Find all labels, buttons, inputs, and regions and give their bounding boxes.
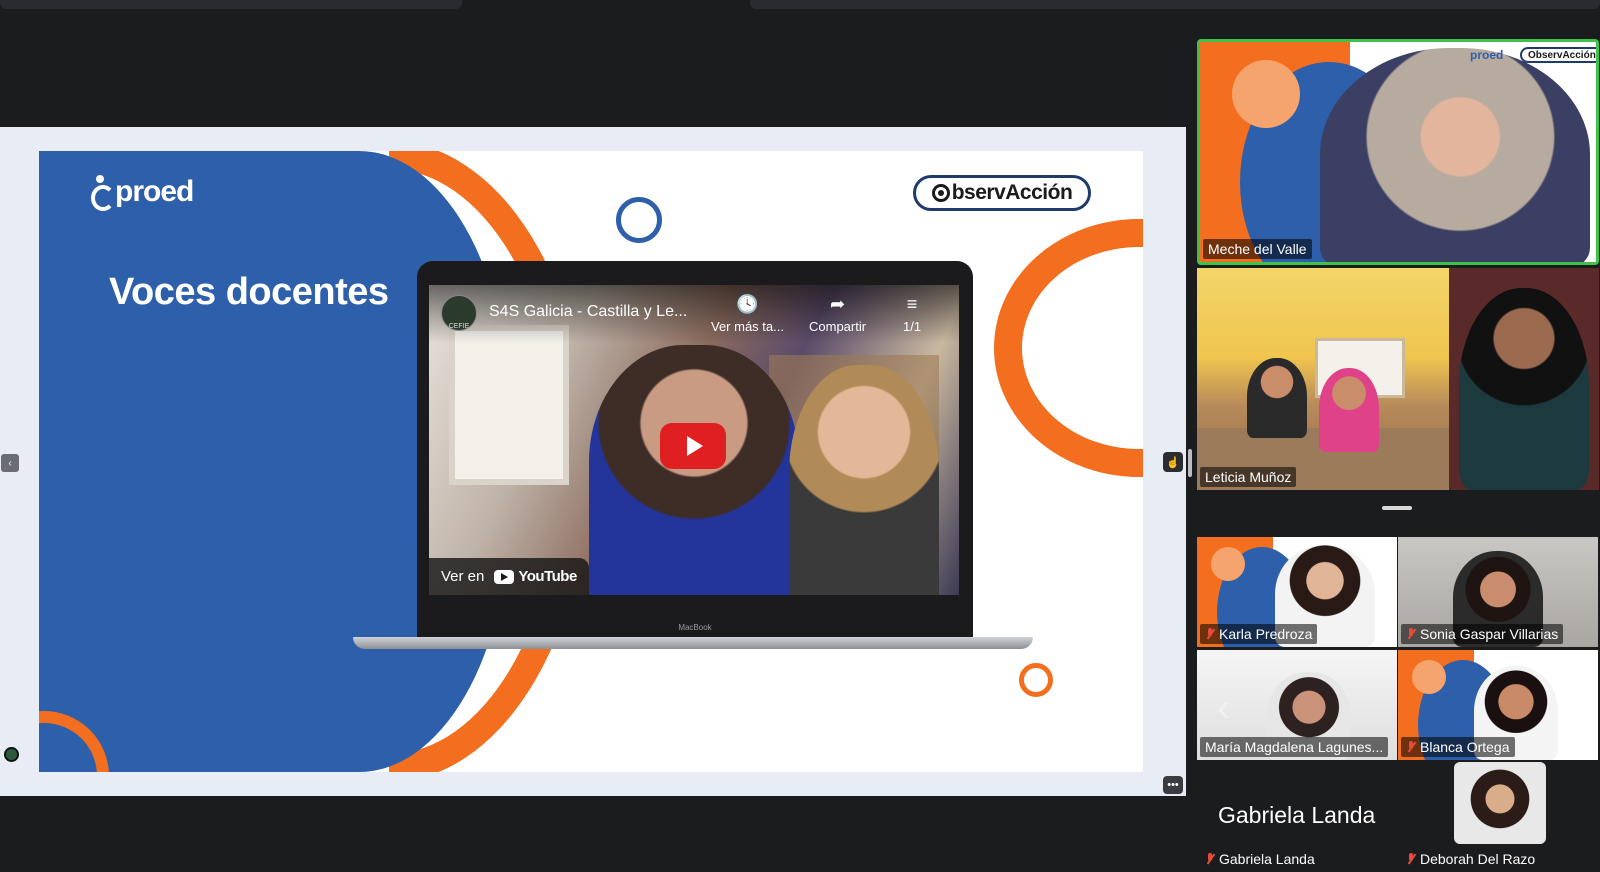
participant-tile[interactable]: Gabriela Landa Gabriela Landa xyxy=(1197,762,1397,872)
participant-name-text: Deborah Del Razo xyxy=(1420,851,1536,867)
youtube-play-icon xyxy=(494,569,515,584)
brand-mini-logo: proed xyxy=(1470,48,1504,62)
watch-later-label: Ver más ta... xyxy=(711,319,784,334)
observaccion-logo-text: bservAcción xyxy=(951,181,1073,204)
participant-name-text: Karla Predroza xyxy=(1219,626,1313,642)
microphone-muted-icon xyxy=(1406,628,1416,640)
chevron-left-icon[interactable]: ‹ xyxy=(1,454,19,472)
participant-tile[interactable]: Deborah Del Razo xyxy=(1398,762,1598,872)
avatar xyxy=(1454,762,1546,844)
panel-resize-handle[interactable] xyxy=(1188,449,1192,477)
share-button[interactable]: ➦ Compartir xyxy=(809,295,866,334)
share-label: Compartir xyxy=(809,319,867,334)
participant-name-text: Gabriela Landa xyxy=(1219,851,1315,867)
presenter-indicator-icon xyxy=(4,747,19,762)
video-scene-person xyxy=(589,345,799,595)
observaccion-eye-icon xyxy=(931,184,950,202)
share-arrow-icon: ➦ xyxy=(829,294,846,314)
participant-name: Gabriela Landa xyxy=(1200,849,1320,869)
proed-logo: proed xyxy=(89,175,194,211)
participant-tile-active-speaker[interactable]: proed ObservAcción Meche del Valle xyxy=(1197,39,1599,265)
participant-tile[interactable]: Sonia Gaspar Villarias xyxy=(1398,537,1598,647)
microphone-muted-icon xyxy=(1406,853,1416,865)
video-scene-window xyxy=(449,325,569,485)
gallery-drag-handle[interactable] xyxy=(1382,506,1412,510)
pointer-hand-icon[interactable]: ☝ xyxy=(1163,452,1183,472)
laptop-base xyxy=(353,637,1033,649)
decorative-orange-ring-small xyxy=(1019,663,1053,697)
watch-later-button[interactable]: 🕓 Ver más ta... xyxy=(711,295,784,334)
channel-avatar[interactable]: CEFIE xyxy=(441,295,477,331)
participant-video xyxy=(1320,48,1590,262)
proed-logo-icon xyxy=(89,175,115,211)
participant-person xyxy=(1319,368,1379,452)
watch-on-label: Ver en xyxy=(441,568,485,585)
participant-name: Sonia Gaspar Villarias xyxy=(1401,624,1564,644)
shared-screen: proed Voces docentes bservAcción CEFIE S… xyxy=(0,127,1186,796)
decorative-orange-ring-large xyxy=(994,219,1143,477)
participant-person xyxy=(1247,358,1307,438)
glasses-graphic-icon xyxy=(1232,60,1300,128)
video-title[interactable]: S4S Galicia - Castilla y Le... xyxy=(489,303,687,321)
partner-mini-logo: ObservAcción xyxy=(1520,47,1596,63)
participant-person xyxy=(1459,288,1589,490)
glasses-graphic-icon xyxy=(1412,660,1446,694)
top-toolbar-right xyxy=(750,0,1600,9)
playlist-count: 1/1 xyxy=(903,319,922,334)
channel-badge: CEFIE xyxy=(448,323,470,330)
playlist-icon: ≡ xyxy=(906,294,918,314)
participant-name: Meche del Valle xyxy=(1203,239,1312,259)
chevron-right-icon[interactable]: › xyxy=(1555,686,1568,731)
observaccion-logo: bservAcción xyxy=(913,175,1091,211)
microphone-muted-icon xyxy=(1205,853,1215,865)
participant-name: Deborah Del Razo xyxy=(1401,849,1540,869)
video-scene-person xyxy=(789,365,939,595)
youtube-logo: YouTube xyxy=(494,568,577,585)
clock-icon: 🕓 xyxy=(736,294,759,314)
youtube-logo-text: YouTube xyxy=(518,568,577,585)
participant-tile[interactable]: Leticia Muñoz xyxy=(1197,268,1599,490)
participant-name-text: Sonia Gaspar Villarias xyxy=(1420,626,1559,642)
participant-name-text: María Magdalena Lagunes... xyxy=(1205,739,1384,755)
participant-name: Leticia Muñoz xyxy=(1200,467,1297,487)
watch-on-youtube-button[interactable]: Ver en YouTube xyxy=(429,558,589,595)
top-toolbar-left xyxy=(0,0,462,9)
participant-name-text: Leticia Muñoz xyxy=(1205,469,1292,485)
laptop-brand-label: MacBook xyxy=(678,623,712,632)
more-dots-icon[interactable]: ••• xyxy=(1163,776,1183,794)
glasses-graphic-icon xyxy=(1211,547,1245,581)
participant-name: Karla Predroza xyxy=(1200,624,1318,644)
decorative-blue-ring xyxy=(616,197,662,243)
microphone-muted-icon xyxy=(1406,741,1416,753)
participant-name: María Magdalena Lagunes... xyxy=(1200,737,1389,757)
participant-tile[interactable]: Karla Predroza xyxy=(1197,537,1397,647)
proed-logo-text: proed xyxy=(115,175,194,208)
laptop-mockup: CEFIE S4S Galicia - Castilla y Le... 🕓 V… xyxy=(417,261,973,641)
participant-display-name: Gabriela Landa xyxy=(1218,802,1376,828)
participant-name-text: Blanca Ortega xyxy=(1420,739,1510,755)
play-button[interactable] xyxy=(660,423,726,469)
playlist-button[interactable]: ≡ 1/1 xyxy=(903,295,921,334)
presentation-slide: proed Voces docentes bservAcción CEFIE S… xyxy=(39,151,1143,772)
participant-name: Blanca Ortega xyxy=(1401,737,1515,757)
chevron-left-icon[interactable]: ‹ xyxy=(1217,686,1230,731)
microphone-muted-icon xyxy=(1205,628,1215,640)
slide-title: Voces docentes xyxy=(109,271,389,313)
participant-name-text: Meche del Valle xyxy=(1208,241,1307,257)
youtube-embed[interactable]: CEFIE S4S Galicia - Castilla y Le... 🕓 V… xyxy=(429,285,959,595)
